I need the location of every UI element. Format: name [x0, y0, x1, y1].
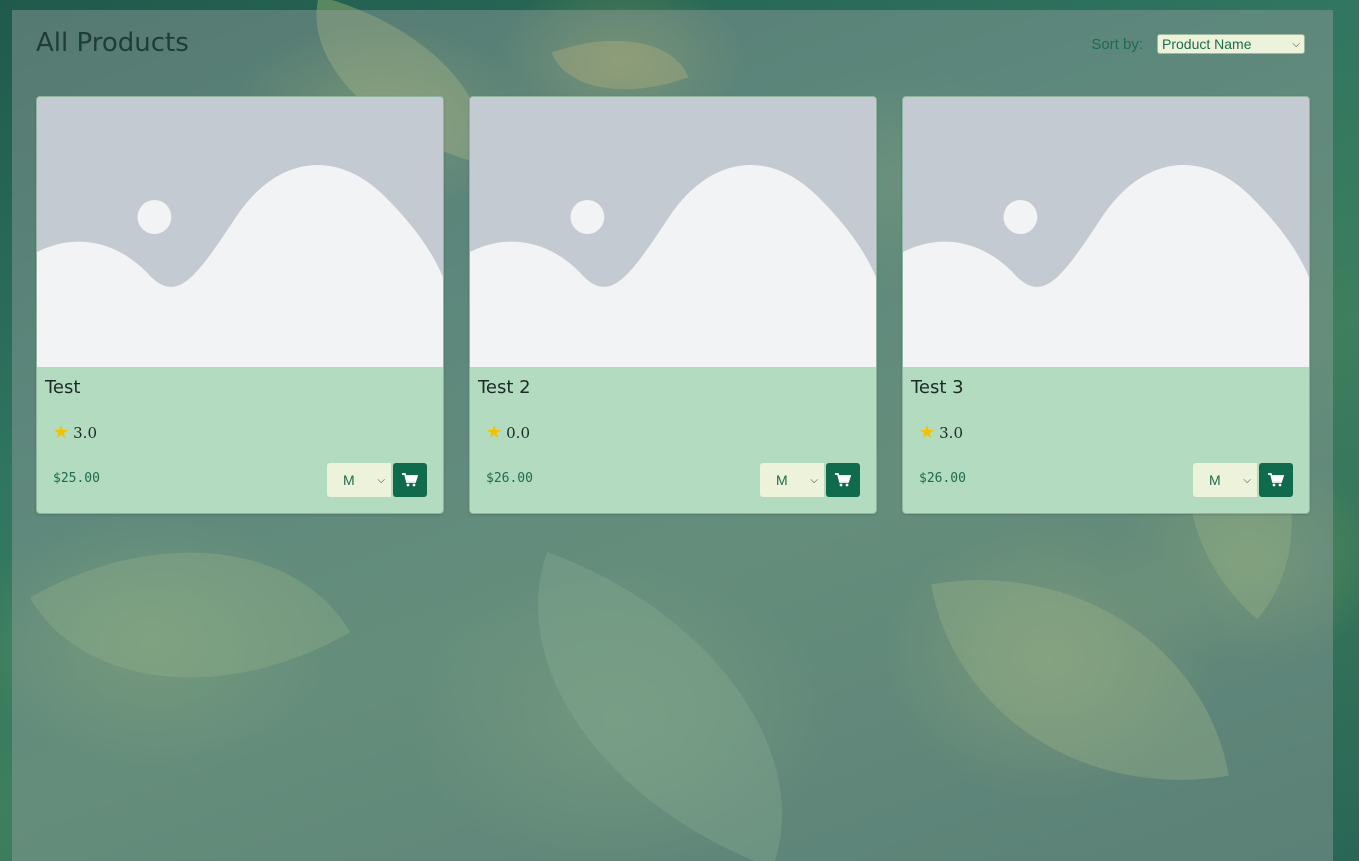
- chevron-down-icon: ⌵: [1243, 474, 1251, 486]
- product-name[interactable]: Test 3: [911, 377, 964, 398]
- product-rating: ★ 3.0: [53, 422, 97, 443]
- sort-select[interactable]: Product Name ⌵: [1157, 34, 1305, 54]
- sort-select-value: Product Name: [1162, 36, 1252, 52]
- star-icon: ★: [53, 422, 70, 443]
- cart-icon: [1268, 473, 1284, 487]
- product-price: $26.00: [486, 471, 533, 486]
- page-header: All Products Sort by: Product Name ⌵: [36, 26, 1305, 66]
- rating-value: 3.0: [73, 424, 97, 442]
- size-select[interactable]: M ⌵: [760, 463, 824, 497]
- chevron-down-icon: ⌵: [810, 474, 818, 486]
- cart-icon: [402, 473, 418, 487]
- product-grid: Test ★ 3.0 $25.00 M ⌵ Test 2 ★ 0.0 $26.0…: [36, 96, 1310, 514]
- card-controls: M ⌵: [327, 463, 427, 497]
- image-placeholder-icon: [470, 97, 876, 367]
- size-value: M: [343, 472, 355, 488]
- image-placeholder-icon: [903, 97, 1309, 367]
- sort-label: Sort by:: [1091, 35, 1143, 53]
- product-rating: ★ 0.0: [486, 422, 530, 443]
- rating-value: 0.0: [506, 424, 530, 442]
- image-placeholder-icon: [37, 97, 443, 367]
- card-controls: M ⌵: [1193, 463, 1293, 497]
- product-name[interactable]: Test: [45, 377, 80, 398]
- product-name[interactable]: Test 2: [478, 377, 531, 398]
- add-to-cart-button[interactable]: [1259, 463, 1293, 497]
- products-panel: All Products Sort by: Product Name ⌵ Tes…: [12, 10, 1333, 861]
- product-card[interactable]: Test ★ 3.0 $25.00 M ⌵: [36, 96, 444, 514]
- star-icon: ★: [486, 422, 503, 443]
- product-price: $25.00: [53, 471, 100, 486]
- page-title: All Products: [36, 28, 189, 58]
- product-rating: ★ 3.0: [919, 422, 963, 443]
- add-to-cart-button[interactable]: [826, 463, 860, 497]
- chevron-down-icon: ⌵: [377, 474, 385, 486]
- card-controls: M ⌵: [760, 463, 860, 497]
- size-select[interactable]: M ⌵: [1193, 463, 1257, 497]
- cart-icon: [835, 473, 851, 487]
- size-value: M: [776, 472, 788, 488]
- star-icon: ★: [919, 422, 936, 443]
- product-card[interactable]: Test 2 ★ 0.0 $26.00 M ⌵: [469, 96, 877, 514]
- add-to-cart-button[interactable]: [393, 463, 427, 497]
- size-value: M: [1209, 472, 1221, 488]
- size-select[interactable]: M ⌵: [327, 463, 391, 497]
- product-price: $26.00: [919, 471, 966, 486]
- sort-control: Sort by: Product Name ⌵: [1091, 34, 1305, 54]
- chevron-down-icon: ⌵: [1292, 38, 1300, 50]
- product-card[interactable]: Test 3 ★ 3.0 $26.00 M ⌵: [902, 96, 1310, 514]
- rating-value: 3.0: [939, 424, 963, 442]
